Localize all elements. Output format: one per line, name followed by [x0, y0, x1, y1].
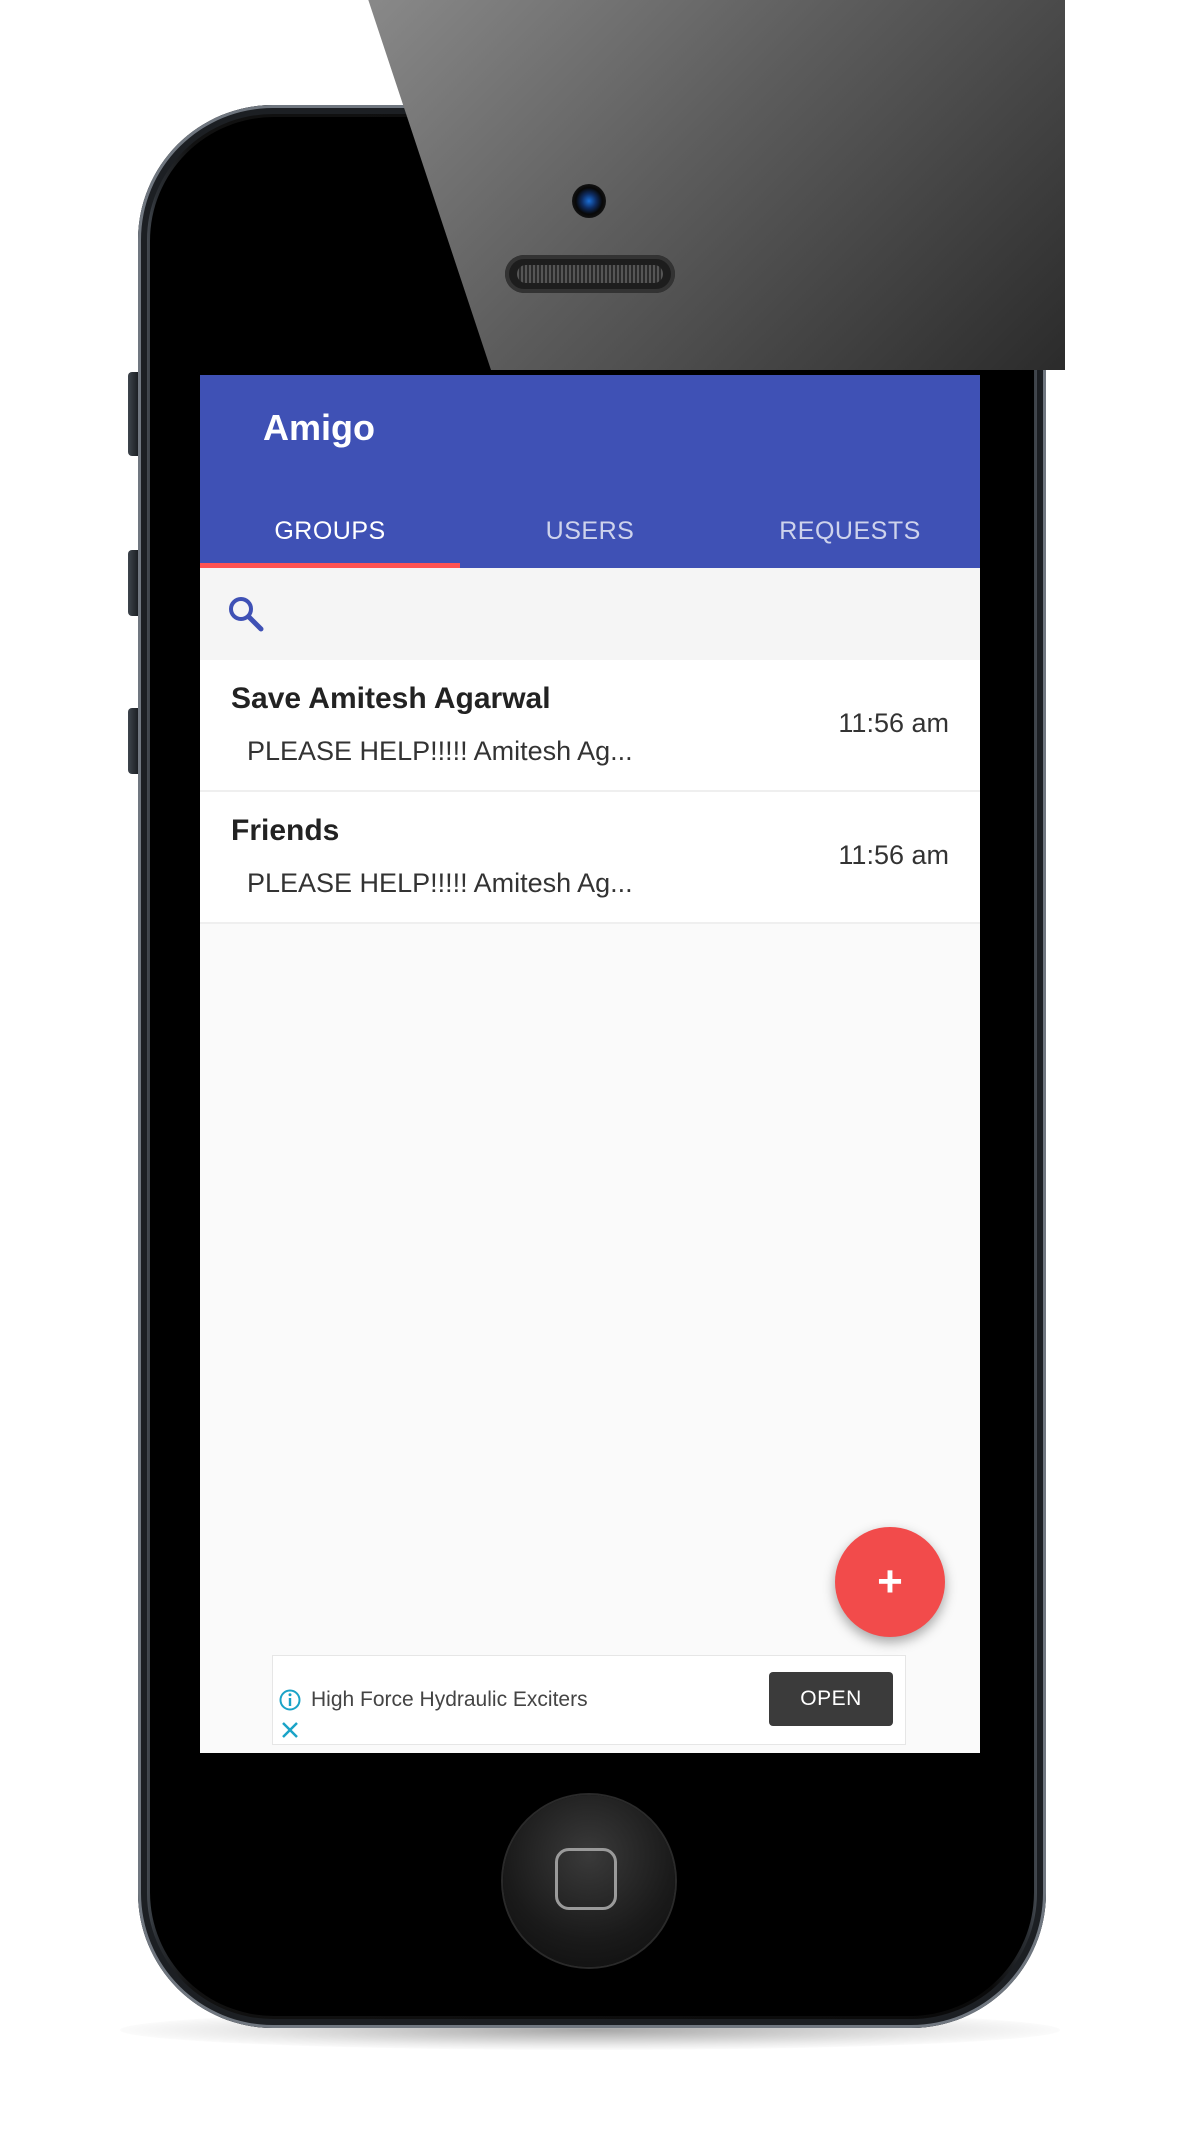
- last-message-preview: PLEASE HELP!!!!! Amitesh Ag...: [247, 868, 633, 898]
- plus-icon: +: [877, 1557, 903, 1606]
- home-square-icon: [555, 1848, 617, 1910]
- message-time: 11:56 am: [838, 840, 949, 870]
- last-message-preview: PLEASE HELP!!!!! Amitesh Ag...: [247, 736, 633, 766]
- search-bar[interactable]: [200, 568, 980, 660]
- close-icon[interactable]: [279, 1719, 301, 1741]
- device-mockup: Amigo GROUPS USERS REQUESTS Save Amitesh…: [0, 0, 1182, 2144]
- list-item[interactable]: Save Amitesh Agarwal PLEASE HELP!!!!! Am…: [200, 660, 980, 792]
- tab-bar: GROUPS USERS REQUESTS: [200, 495, 980, 568]
- app-title: Amigo: [263, 407, 375, 448]
- tab-groups[interactable]: GROUPS: [200, 495, 460, 568]
- tab-users[interactable]: USERS: [460, 495, 720, 568]
- ad-banner[interactable]: High Force Hydraulic Exciters OPEN: [272, 1655, 906, 1745]
- front-camera: [572, 184, 606, 218]
- search-icon[interactable]: [226, 594, 266, 634]
- add-group-button[interactable]: +: [835, 1527, 945, 1637]
- earpiece-speaker: [505, 255, 675, 293]
- message-time: 11:56 am: [838, 708, 949, 738]
- app-screen: Amigo GROUPS USERS REQUESTS Save Amitesh…: [200, 375, 980, 1753]
- app-bar: Amigo GROUPS USERS REQUESTS: [200, 375, 980, 568]
- list-item[interactable]: Friends PLEASE HELP!!!!! Amitesh Ag... 1…: [200, 792, 980, 924]
- group-name: Save Amitesh Agarwal: [231, 682, 551, 715]
- group-name: Friends: [231, 814, 340, 847]
- ad-open-button[interactable]: OPEN: [769, 1672, 893, 1726]
- info-icon[interactable]: [278, 1688, 302, 1712]
- ad-headline[interactable]: High Force Hydraulic Exciters: [311, 1688, 588, 1712]
- tab-requests[interactable]: REQUESTS: [720, 495, 980, 568]
- group-list: Save Amitesh Agarwal PLEASE HELP!!!!! Am…: [200, 660, 980, 924]
